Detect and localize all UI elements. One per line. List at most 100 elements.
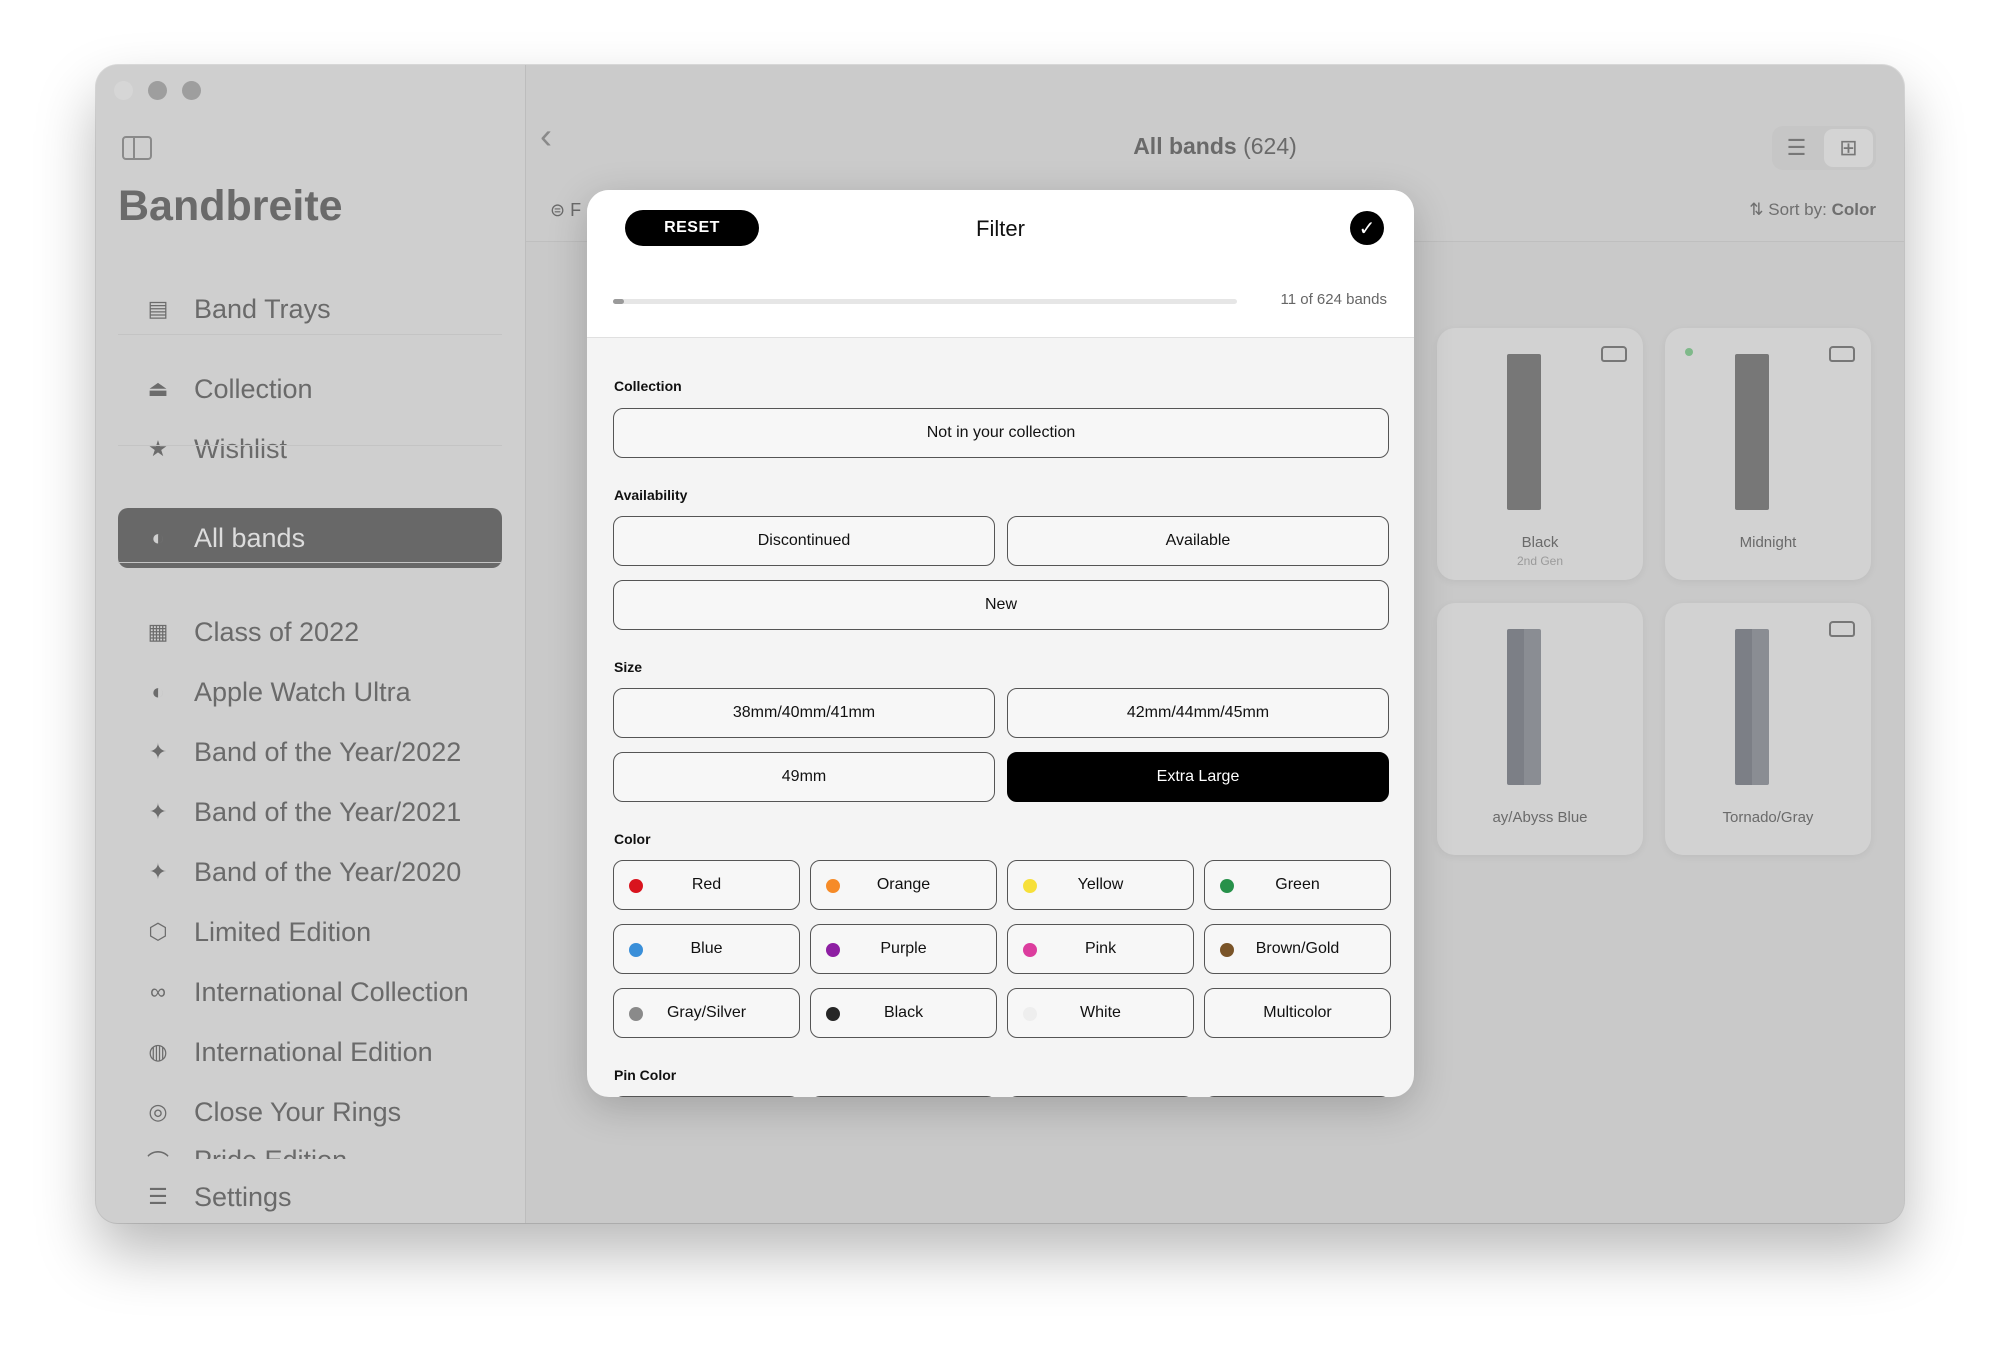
sidebar-item-label: Band of the Year/2021 bbox=[194, 796, 462, 827]
band-count: (624) bbox=[1243, 133, 1297, 159]
filter-option-white[interactable]: White bbox=[1007, 988, 1194, 1038]
color-swatch-icon bbox=[1023, 1007, 1037, 1021]
view-mode-toggle: ☰ ⊞ bbox=[1772, 126, 1876, 170]
band-image bbox=[1735, 354, 1769, 510]
filter-option-42mm-44mm-45mm[interactable]: 42mm/44mm/45mm bbox=[1007, 688, 1389, 738]
pin-color-option[interactable] bbox=[810, 1096, 997, 1097]
globe-icon: ◍ bbox=[148, 1039, 168, 1064]
filter-option-blue[interactable]: Blue bbox=[613, 924, 800, 974]
band-name: Tornado/Gray bbox=[1722, 809, 1814, 826]
sidebar-item-band-of-the-year-2022[interactable]: ✦ Band of the Year/2022 bbox=[118, 722, 502, 782]
band-card[interactable]: Midnight bbox=[1665, 328, 1871, 580]
sparkles-icon: ✦ bbox=[148, 799, 168, 824]
filter-option-red[interactable]: Red bbox=[613, 860, 800, 910]
close-button[interactable] bbox=[114, 81, 133, 100]
page-title: All bands (624) bbox=[526, 133, 1904, 160]
star-icon: ★ bbox=[148, 436, 168, 461]
grid-icon[interactable]: ⊞ bbox=[1824, 129, 1873, 167]
band-card[interactable]: Black 2nd Gen bbox=[1437, 328, 1643, 580]
option-label: White bbox=[1080, 1004, 1121, 1021]
sidebar-item-settings[interactable]: ☰ Settings bbox=[118, 1167, 502, 1223]
sidebar-item-band-trays[interactable]: ▤ Band Trays bbox=[118, 279, 502, 339]
filter-option-multicolor[interactable]: Multicolor bbox=[1204, 988, 1391, 1038]
box-icon: ⬡ bbox=[148, 919, 168, 944]
filter-option-orange[interactable]: Orange bbox=[810, 860, 997, 910]
pin-color-option[interactable] bbox=[1204, 1096, 1391, 1097]
option-label: Purple bbox=[880, 940, 927, 957]
sidebar: Bandbreite ▤ Band Trays ⏏ Collection ★ Wishli… bbox=[96, 65, 526, 1223]
sort-icon: ⇅ bbox=[1749, 200, 1764, 219]
band-image bbox=[1735, 629, 1769, 785]
sidebar-divider bbox=[118, 445, 502, 446]
color-swatch-icon bbox=[826, 943, 840, 957]
band-card[interactable]: Tornado/Gray bbox=[1665, 603, 1871, 855]
filter-option-49mm[interactable]: 49mm bbox=[613, 752, 995, 802]
sidebar-item-wishlist[interactable]: ★ Wishlist bbox=[118, 419, 502, 479]
sidebar-item-label: International Collection bbox=[194, 976, 469, 1007]
rainbow-icon: ⌒ bbox=[140, 1145, 176, 1159]
sidebar-item-apple-watch-ultra[interactable]: ◐ Apple Watch Ultra bbox=[118, 662, 502, 722]
sidebar-item-label: Band Trays bbox=[194, 293, 331, 324]
option-label: New bbox=[984, 596, 1017, 613]
sidebar-item-international-edition[interactable]: ◍ International Edition bbox=[118, 1022, 502, 1082]
list-icon[interactable]: ☰ bbox=[1772, 126, 1821, 170]
sidebar-item-pride-edition[interactable]: ⌒ Pride Edition bbox=[118, 1145, 502, 1159]
sidebar-item-close-your-rings[interactable]: ◎ Close Your Rings bbox=[118, 1082, 502, 1142]
filter-option-green[interactable]: Green bbox=[1204, 860, 1391, 910]
filter-option-not-in-your-collection[interactable]: Not in your collection bbox=[613, 408, 1389, 458]
band-card[interactable]: ay/Abyss Blue bbox=[1437, 603, 1643, 855]
match-progress-bar bbox=[613, 299, 1237, 304]
option-label: 42mm/44mm/45mm bbox=[1126, 704, 1270, 721]
sidebar-item-label: Pride Edition bbox=[194, 1145, 347, 1159]
filter-option-new[interactable]: New bbox=[613, 580, 1389, 630]
sidebar-item-collection[interactable]: ⏏ Collection bbox=[118, 359, 502, 419]
filter-option-38mm-40mm-41mm[interactable]: 38mm/40mm/41mm bbox=[613, 688, 995, 738]
filter-option-brown-gold[interactable]: Brown/Gold bbox=[1204, 924, 1391, 974]
tray-icon: ⏏ bbox=[147, 376, 169, 401]
band-name: ay/Abyss Blue bbox=[1492, 809, 1588, 826]
filter-modal: RESET Filter ✓ 11 of 624 bands Collectio… bbox=[587, 190, 1414, 1097]
filter-option-pink[interactable]: Pink bbox=[1007, 924, 1194, 974]
calendar-icon: ▦ bbox=[147, 619, 169, 644]
option-label: Available bbox=[1165, 532, 1231, 549]
color-swatch-icon bbox=[629, 943, 643, 957]
band-subtitle: 2nd Gen bbox=[1516, 554, 1564, 568]
sidebar-item-class-of-2022[interactable]: ▦ Class of 2022 bbox=[118, 602, 502, 662]
sidebar-item-band-of-the-year-2021[interactable]: ✦ Band of the Year/2021 bbox=[118, 782, 502, 842]
minimize-button[interactable] bbox=[148, 81, 167, 100]
band-name: Midnight bbox=[1739, 534, 1797, 551]
color-swatch-icon bbox=[1023, 943, 1037, 957]
filter-option-available[interactable]: Available bbox=[1007, 516, 1389, 566]
filter-button[interactable]: ⊜ F bbox=[550, 200, 581, 221]
done-button[interactable]: ✓ bbox=[1350, 211, 1384, 245]
in-collection-icon bbox=[1601, 346, 1627, 362]
filter-header: RESET Filter ✓ 11 of 624 bands bbox=[587, 190, 1414, 338]
sidebar-item-limited-edition[interactable]: ⬡ Limited Edition bbox=[118, 902, 502, 962]
sidebar-item-label: Band of the Year/2022 bbox=[194, 736, 462, 767]
sidebar-item-band-of-the-year-2020[interactable]: ✦ Band of the Year/2020 bbox=[118, 842, 502, 902]
filter-option-purple[interactable]: Purple bbox=[810, 924, 997, 974]
sidebar-item-label: Band of the Year/2020 bbox=[194, 856, 462, 887]
sidebar-item-all-bands[interactable]: ◐ All bands bbox=[118, 508, 502, 568]
sidebar-toggle-icon[interactable] bbox=[122, 136, 152, 160]
sort-button[interactable]: ⇅ Sort by: Color bbox=[1749, 200, 1876, 220]
sort-value: Color bbox=[1831, 200, 1876, 219]
zoom-button[interactable] bbox=[182, 81, 201, 100]
match-count: 11 of 624 bands bbox=[1280, 291, 1387, 308]
app-title: Bandbreite bbox=[118, 182, 343, 230]
filter-option-black[interactable]: Black bbox=[810, 988, 997, 1038]
color-swatch-icon bbox=[826, 1007, 840, 1021]
filter-option-extra-large[interactable]: Extra Large bbox=[1007, 752, 1389, 802]
pin-color-option[interactable] bbox=[613, 1096, 800, 1097]
filter-option-yellow[interactable]: Yellow bbox=[1007, 860, 1194, 910]
pin-color-option[interactable] bbox=[1007, 1096, 1194, 1097]
reset-button[interactable]: RESET bbox=[625, 210, 759, 246]
band-image bbox=[1507, 629, 1541, 785]
filter-option-gray-silver[interactable]: Gray/Silver bbox=[613, 988, 800, 1038]
band-image bbox=[1507, 354, 1541, 510]
sidebar-item-international-collection[interactable]: ∞ International Collection bbox=[118, 962, 502, 1022]
filter-option-discontinued[interactable]: Discontinued bbox=[613, 516, 995, 566]
color-swatch-icon bbox=[629, 1007, 643, 1021]
sidebar-item-label: All bands bbox=[194, 522, 306, 553]
watch-icon: ◐ bbox=[151, 525, 165, 550]
